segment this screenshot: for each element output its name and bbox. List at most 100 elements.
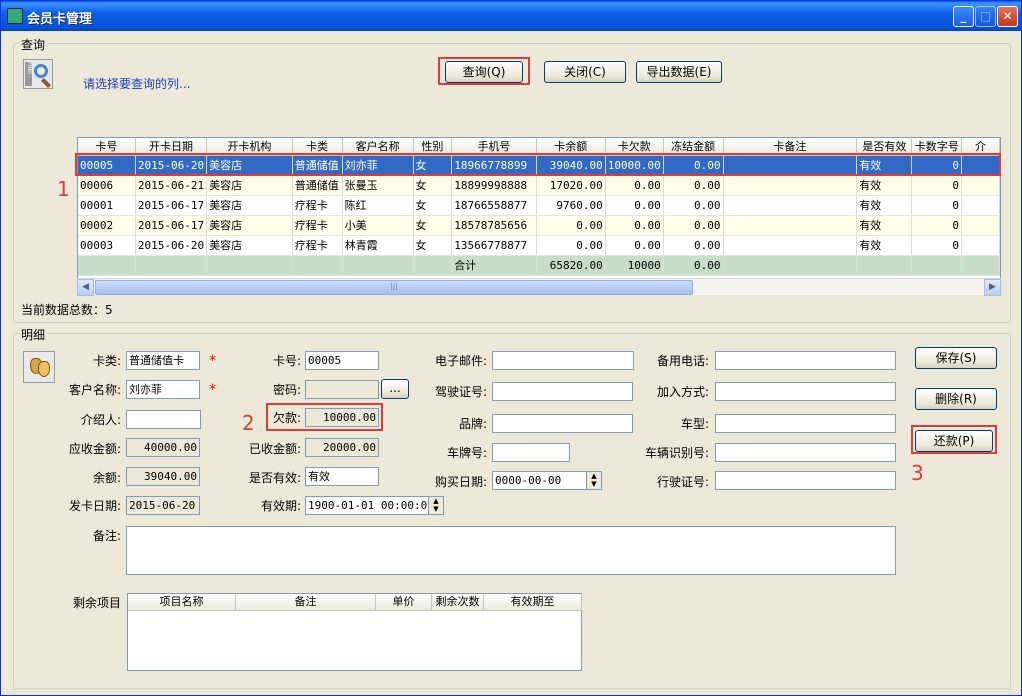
table-cell: 疗程卡 — [292, 235, 343, 256]
card-no-field[interactable]: 00005 — [305, 351, 379, 370]
table-row[interactable]: 00002 2015-06-17 美容店 疗程卡 小美女 18578785656 0.00 0… — [78, 215, 1000, 236]
join-method-field[interactable] — [715, 382, 896, 401]
annotation-1: 1 — [57, 177, 70, 201]
table-cell: 美容店 — [206, 215, 293, 236]
email-field[interactable] — [492, 351, 634, 370]
title-bar[interactable]: 会员卡管理 _ □ ✕ — [1, 1, 1021, 31]
table-cell: 有效 — [856, 175, 913, 196]
table-cell: 女 — [413, 235, 453, 256]
table-row[interactable]: 00006 2015-06-21 美容店 普通储值 张曼玉女 18899998888 170… — [78, 175, 1000, 196]
expiry-field[interactable]: 1900-01-01 00:00:00 — [305, 496, 429, 515]
table-cell — [292, 255, 343, 276]
email-label: 电子邮件: — [434, 354, 487, 368]
maximize-button[interactable]: □ — [975, 6, 996, 27]
remaining-items-grid[interactable]: 项目名称 备注 单价 剩余次数 有效期至 — [127, 593, 582, 671]
table-cell — [961, 255, 1000, 276]
table-cell: 0 — [911, 195, 963, 216]
window-title: 会员卡管理 — [27, 12, 93, 27]
plate-field[interactable] — [492, 443, 570, 462]
receivable-field[interactable]: 40000.00 — [126, 438, 200, 457]
table-cell — [723, 195, 858, 216]
table-cell: 00002 — [78, 215, 136, 236]
password-browse-button[interactable]: ... — [381, 379, 409, 399]
table-cell — [961, 215, 1000, 236]
close-window-button[interactable]: ✕ — [997, 6, 1018, 27]
valid-label: 是否有效: — [248, 471, 301, 485]
driving-permit-field[interactable] — [715, 471, 896, 490]
table-cell: 美容店 — [206, 195, 293, 216]
table-cell: 00001 — [78, 195, 136, 216]
received-field[interactable]: 20000.00 — [305, 438, 379, 457]
password-field[interactable] — [305, 380, 379, 399]
table-cell: 美容店 — [206, 235, 293, 256]
col-header[interactable]: 备注 — [236, 594, 376, 611]
car-model-field[interactable] — [715, 414, 896, 433]
car-model-label: 车型: — [680, 417, 709, 431]
table-cell — [723, 255, 858, 276]
expiry-spinner[interactable]: ▲ ▼ — [428, 496, 444, 515]
table-cell — [961, 175, 1000, 196]
table-row[interactable]: 00001 2015-06-17 美容店 疗程卡 陈红女 18766558877 9760.… — [78, 195, 1000, 216]
table-cell: 0 — [911, 235, 963, 256]
purchase-date-field[interactable]: 0000-00-00 — [492, 471, 587, 490]
table-cell: 疗程卡 — [292, 195, 343, 216]
purchase-date-label: 购买日期: — [434, 475, 487, 489]
delete-button[interactable]: 删除(R) — [915, 388, 997, 410]
referrer-label: 介绍人: — [80, 413, 121, 427]
table-cell: 00006 — [78, 175, 136, 196]
card-no-label: 卡号: — [272, 354, 301, 368]
close-button[interactable]: 关闭(C) — [544, 61, 626, 83]
license-field[interactable] — [492, 382, 633, 401]
expiry-label: 有效期: — [260, 499, 301, 513]
table-cell — [413, 255, 453, 276]
table-cell — [961, 235, 1000, 256]
received-label: 已收金额: — [248, 442, 301, 456]
col-header[interactable]: 剩余次数 — [432, 594, 484, 611]
brand-label: 品牌: — [458, 417, 487, 431]
scroll-left-icon[interactable]: ◀ — [77, 279, 94, 296]
table-cell — [78, 255, 136, 276]
table-cell: 陈红 — [342, 195, 414, 216]
table-cell — [911, 255, 963, 276]
highlight-query-button — [438, 57, 530, 85]
table-cell: 9760.00 — [536, 195, 606, 216]
vin-field[interactable] — [715, 443, 896, 462]
save-button[interactable]: 保存(S) — [915, 347, 997, 369]
table-cell: 10000 — [605, 255, 664, 276]
balance-field[interactable]: 39040.00 — [126, 467, 200, 486]
table-cell: 0.00 — [605, 195, 664, 216]
table-cell: 0.00 — [536, 235, 606, 256]
table-cell — [723, 215, 858, 236]
purchase-date-spinner[interactable]: ▲ ▼ — [586, 471, 602, 490]
scroll-right-icon[interactable]: ▶ — [984, 279, 1001, 296]
col-header[interactable]: 单价 — [376, 594, 432, 611]
card-type-field[interactable]: 普通储值卡 — [126, 351, 200, 370]
referrer-field[interactable] — [126, 410, 201, 429]
table-cell: 有效 — [856, 235, 913, 256]
brand-field[interactable] — [492, 414, 633, 433]
table-cell: 有效 — [856, 215, 913, 236]
table-cell: 美容店 — [206, 175, 293, 196]
backup-phone-field[interactable] — [715, 351, 896, 370]
table-cell: 小美 — [342, 215, 414, 236]
minimize-button[interactable]: _ — [953, 6, 974, 27]
table-cell: 女 — [413, 175, 453, 196]
remark-textarea[interactable] — [126, 526, 896, 575]
highlight-repay-button — [911, 425, 997, 454]
grid-horizontal-scrollbar[interactable]: ◀ ||| ▶ — [77, 278, 1001, 296]
scroll-thumb[interactable]: ||| — [95, 280, 693, 295]
col-header[interactable]: 有效期至 — [484, 594, 582, 611]
valid-field[interactable]: 有效 — [305, 467, 379, 486]
col-header[interactable]: 项目名称 — [128, 594, 236, 611]
issue-date-field[interactable]: 2015-06-20 — [126, 496, 200, 515]
table-row[interactable]: 00003 2015-06-20 美容店 疗程卡 林青霞女 13566778877 0.00… — [78, 235, 1000, 256]
customer-field[interactable]: 刘亦菲 — [126, 380, 200, 399]
highlight-debt-field — [266, 403, 383, 431]
find-icon: FIND — [23, 59, 53, 89]
export-button[interactable]: 导出数据(E) — [636, 61, 722, 83]
table-cell: 0.00 — [605, 215, 664, 236]
masks-icon — [23, 351, 55, 383]
table-cell: 18766558877 — [451, 195, 537, 216]
highlight-selected-row — [75, 153, 1001, 176]
query-hint[interactable]: 请选择要查询的列... — [83, 75, 190, 92]
